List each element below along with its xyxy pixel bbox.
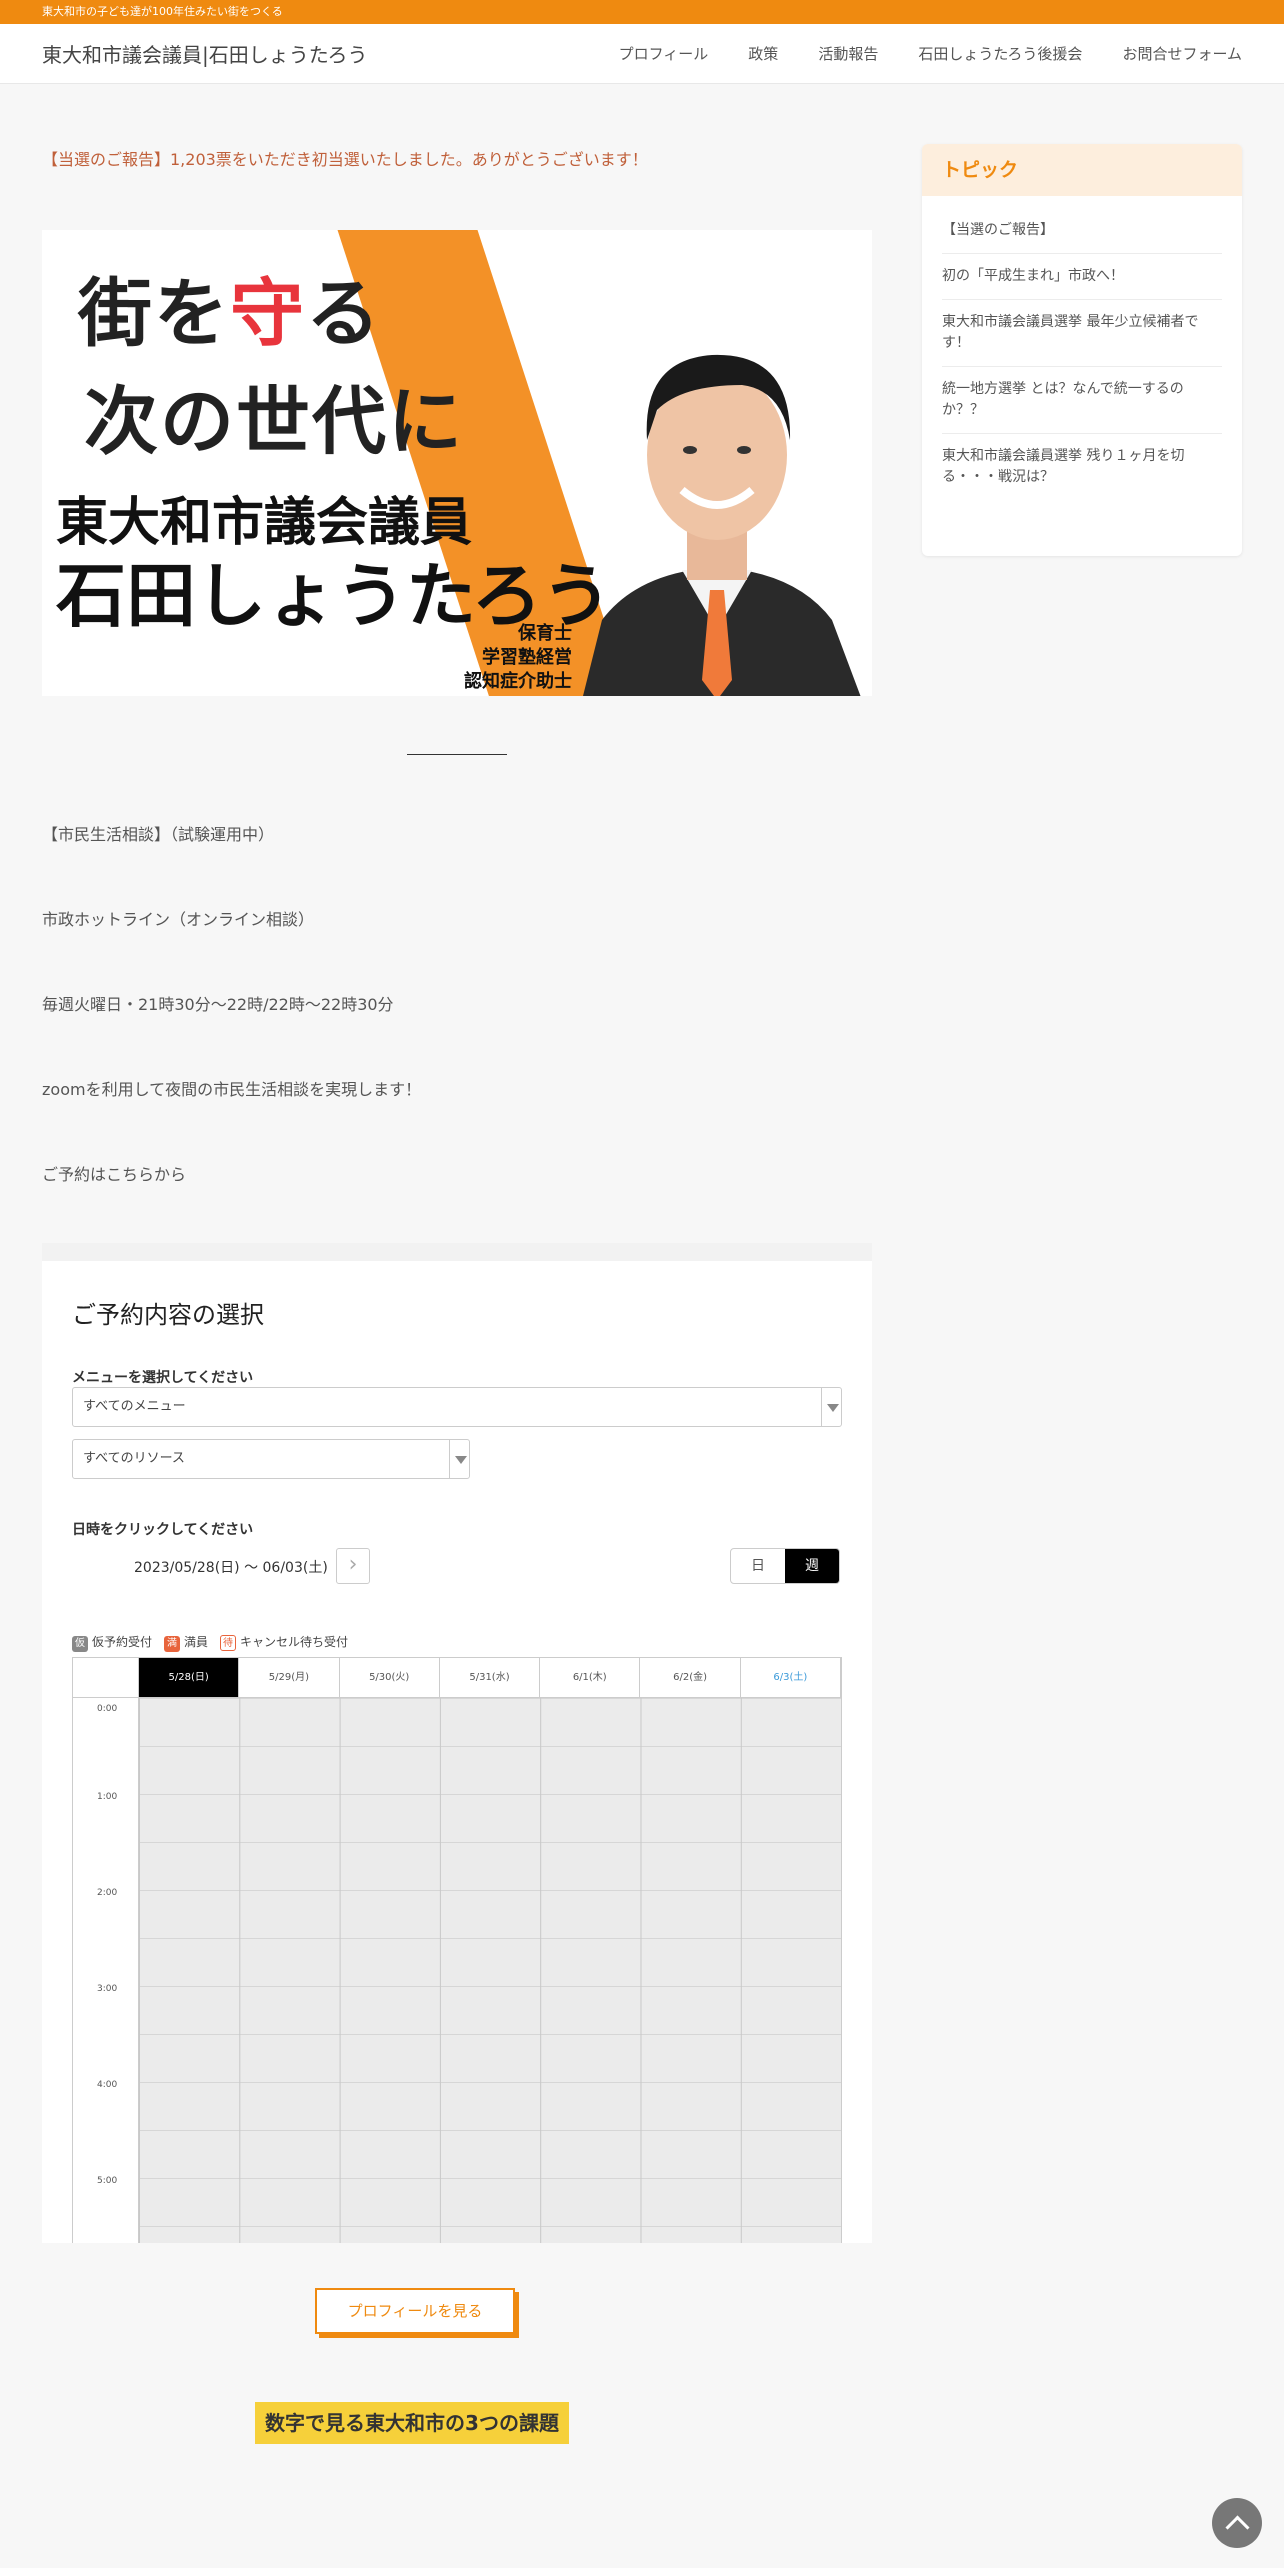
date-label: 日時をクリックしてください xyxy=(72,1522,254,1538)
site-header: 東大和市議会議員|石田しょうたろう プロフィール 政策 活動報告 石田しょうたろ… xyxy=(0,24,1284,84)
scroll-to-top-button[interactable] xyxy=(1212,2498,1262,2548)
week-calendar: 5/28(日) 5/29(月) 5/30(火) 5/31(水) 6/1(木) 6… xyxy=(72,1657,842,2243)
day-header[interactable]: 5/31(水) xyxy=(440,1658,541,1697)
legend-text: キャンセル待ち受付 xyxy=(240,1635,349,1649)
hero-line-1: 街を守る xyxy=(78,254,382,361)
nav-item-supporters[interactable]: 石田しょうたろう後援会 xyxy=(918,43,1082,64)
menu-select[interactable]: すべてのメニュー xyxy=(72,1387,842,1427)
hero-banner: 街を守る 次の世代に 東大和市議会議員 石田しょうたろう 保育士 学習塾経営 認… xyxy=(42,230,872,696)
time-label: 4:00 xyxy=(97,2080,118,2090)
booking-widget: ご予約内容の選択 メニューを選択してください すべてのメニュー すべてのリソース… xyxy=(42,1243,872,2243)
time-slot-grid[interactable] xyxy=(139,1698,841,2243)
day-header[interactable]: 6/1(木) xyxy=(540,1658,641,1697)
topic-link[interactable]: 【当選のご報告】 xyxy=(942,208,1222,254)
time-label: 1:00 xyxy=(97,1792,118,1802)
schedule-text: 毎週火曜日・21時30分〜22時/22時〜22時30分 xyxy=(42,995,394,1014)
legend-badge: 満 xyxy=(164,1636,181,1652)
availability-legend: 仮仮予約受付 満満員 待キャンセル待ち受付 xyxy=(72,1633,348,1652)
hero-line-1-red: 守 xyxy=(230,271,306,357)
time-column: 0:00 1:00 2:00 3:00 4:00 5:00 xyxy=(73,1698,139,2243)
hero-line-1-b: る xyxy=(306,271,382,357)
section-divider xyxy=(407,754,507,755)
legend-item: 仮仮予約受付 xyxy=(72,1633,152,1652)
reservation-text: ご予約はこちらから xyxy=(42,1165,187,1184)
topic-link[interactable]: 統一地方選挙 とは？なんで統一するのか？？ xyxy=(942,367,1222,434)
hero-role: 学習塾経営 xyxy=(482,647,572,668)
hotline-text: 市政ホットライン（オンライン相談） xyxy=(42,910,315,929)
legend-text: 満員 xyxy=(184,1635,209,1649)
sidebar-heading: トピック xyxy=(922,144,1242,196)
candidate-portrait xyxy=(583,354,861,696)
issues-section-title: 数字で見る東大和市の3つの課題 xyxy=(255,2402,569,2444)
topic-link[interactable]: 初の「平成生まれ」市政へ！ xyxy=(942,254,1222,300)
topic-link[interactable]: 東大和市議会議員選挙 残り１ヶ月を切る・・・戦況は？ xyxy=(942,434,1222,500)
day-view-button[interactable]: 日 xyxy=(731,1549,785,1583)
legend-item: 待キャンセル待ち受付 xyxy=(220,1633,348,1652)
day-header-saturday[interactable]: 6/3(土) xyxy=(741,1658,841,1697)
calendar-body: 0:00 1:00 2:00 3:00 4:00 5:00 xyxy=(73,1698,841,2243)
next-week-button[interactable]: › xyxy=(336,1548,370,1584)
hero-roles: 保育士 学習塾経営 認知症介助士 xyxy=(432,622,572,694)
legend-badge: 待 xyxy=(220,1635,237,1651)
view-profile-button[interactable]: プロフィールを見る xyxy=(315,2288,515,2334)
legend-badge: 仮 xyxy=(72,1636,88,1652)
time-label: 2:00 xyxy=(97,1888,118,1898)
view-toggle: 日 週 xyxy=(730,1548,840,1584)
resource-select-value: すべてのリソース xyxy=(83,1451,185,1466)
nav-item-policy[interactable]: 政策 xyxy=(748,43,778,64)
zoom-text: zoomを利用して夜間の市民生活相談を実現します！ xyxy=(42,1080,422,1099)
menu-label: メニューを選択してください xyxy=(72,1370,254,1386)
chevron-right-icon: › xyxy=(348,1552,358,1577)
topic-link[interactable]: 東大和市議会議員選挙 最年少立候補者です！ xyxy=(942,300,1222,367)
time-label: 3:00 xyxy=(97,1984,118,1994)
week-view-button[interactable]: 週 xyxy=(785,1549,839,1583)
topic-list: 【当選のご報告】 初の「平成生まれ」市政へ！ 東大和市議会議員選挙 最年少立候補… xyxy=(922,196,1242,500)
booking-title: ご予約内容の選択 xyxy=(72,1301,264,1329)
calendar-corner xyxy=(73,1658,139,1697)
main-nav: プロフィール 政策 活動報告 石田しょうたろう後援会 お問合せフォーム xyxy=(619,43,1242,64)
site-title[interactable]: 東大和市議会議員|石田しょうたろう xyxy=(42,39,368,68)
resource-select[interactable]: すべてのリソース xyxy=(72,1439,470,1479)
nav-item-activity-report[interactable]: 活動報告 xyxy=(818,43,878,64)
hero-line-2: 次の世代に xyxy=(84,379,464,465)
legend-text: 仮予約受付 xyxy=(92,1635,153,1649)
menu-select-value: すべてのメニュー xyxy=(83,1399,186,1414)
day-header[interactable]: 5/29(月) xyxy=(239,1658,340,1697)
hero-line-1-a: 街を xyxy=(78,271,230,357)
topics-sidebar: トピック 【当選のご報告】 初の「平成生まれ」市政へ！ 東大和市議会議員選挙 最… xyxy=(922,144,1242,556)
hero-role: 保育士 xyxy=(518,623,572,644)
nav-item-contact[interactable]: お問合せフォーム xyxy=(1122,43,1242,64)
day-header[interactable]: 6/2(金) xyxy=(640,1658,741,1697)
tagline-text: 東大和市の子ども達が100年住みたい街をつくる xyxy=(42,5,283,18)
calendar-header: 5/28(日) 5/29(月) 5/30(火) 5/31(水) 6/1(木) 6… xyxy=(73,1658,841,1698)
time-label: 5:00 xyxy=(97,2176,118,2186)
top-tagline-bar: 東大和市の子ども達が100年住みたい街をつくる xyxy=(0,0,1284,24)
day-header-selected[interactable]: 5/28(日) xyxy=(139,1658,240,1697)
chevron-down-icon xyxy=(449,1440,469,1478)
nav-item-profile[interactable]: プロフィール xyxy=(619,43,709,64)
election-notice-link[interactable]: 【当選のご報告】1,203票をいただき初当選いたしました。ありがとうございます！ xyxy=(42,146,648,170)
date-range: 2023/05/28(日) 〜 06/03(土) xyxy=(134,1560,328,1576)
day-header[interactable]: 5/30(火) xyxy=(340,1658,440,1697)
chevron-down-icon xyxy=(821,1388,841,1426)
consultation-heading: 【市民生活相談】（試験運用中） xyxy=(42,825,275,844)
legend-item: 満満員 xyxy=(164,1633,208,1652)
time-label: 0:00 xyxy=(97,1704,118,1714)
hero-role: 認知症介助士 xyxy=(464,671,572,692)
